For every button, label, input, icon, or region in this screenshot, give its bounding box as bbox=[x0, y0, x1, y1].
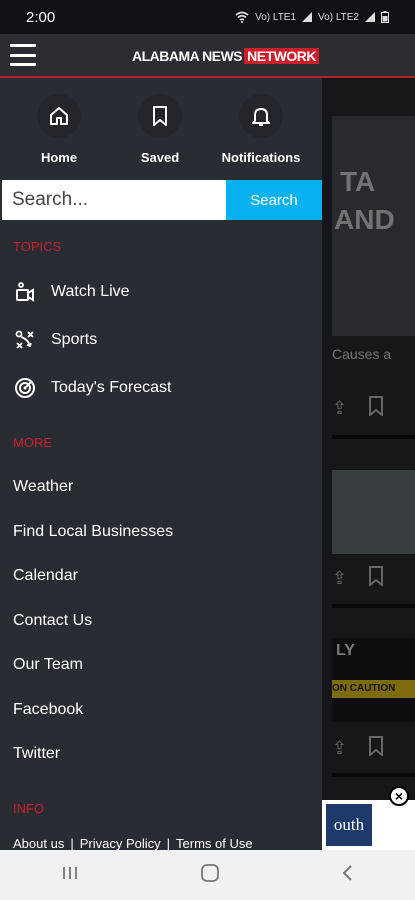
shortcut-saved[interactable]: Saved bbox=[115, 94, 205, 180]
bell-icon bbox=[239, 94, 283, 138]
logo-text-part2: NETWORK bbox=[244, 48, 319, 64]
link-separator-2: | bbox=[166, 836, 171, 850]
radar-icon bbox=[13, 376, 37, 400]
more-item-contact-us[interactable]: Contact Us bbox=[13, 612, 92, 630]
shortcut-home-label: Home bbox=[40, 150, 78, 165]
signal-icon-2 bbox=[365, 12, 375, 22]
topic-sports[interactable]: Sports bbox=[13, 328, 97, 352]
status-bar: 2:00 Vo) LTE1 Vo) LTE2 bbox=[0, 0, 415, 34]
home-icon bbox=[37, 94, 81, 138]
network-2-label: Vo) LTE2 bbox=[318, 11, 359, 23]
more-header: MORE bbox=[13, 435, 52, 450]
topics-header: TOPICS bbox=[13, 239, 62, 254]
app-header: ALABAMA NEWS NETWORK bbox=[0, 34, 415, 78]
sports-playbook-icon bbox=[13, 328, 37, 352]
more-item-calendar[interactable]: Calendar bbox=[13, 567, 78, 585]
battery-icon bbox=[381, 11, 389, 23]
topic-todays-forecast[interactable]: Today's Forecast bbox=[13, 376, 171, 400]
info-header: INFO bbox=[13, 801, 45, 816]
navigation-drawer: Home Saved Notifications Search TOPICS W… bbox=[0, 78, 322, 850]
bookmark-icon bbox=[138, 94, 182, 138]
search-button[interactable]: Search bbox=[226, 180, 322, 220]
shortcut-home[interactable]: Home bbox=[14, 94, 104, 180]
shortcut-notifications-label: Notifications bbox=[221, 150, 301, 165]
link-privacy-policy[interactable]: Privacy Policy bbox=[80, 836, 161, 850]
wifi-icon bbox=[235, 11, 249, 23]
network-1-label: Vo) LTE1 bbox=[255, 11, 297, 23]
topic-watch-live[interactable]: Watch Live bbox=[13, 280, 130, 304]
logo-text-part1: ALABAMA NEWS bbox=[132, 48, 243, 64]
search-bar: Search bbox=[2, 180, 322, 220]
link-terms-of-use[interactable]: Terms of Use bbox=[176, 836, 253, 850]
menu-icon[interactable] bbox=[10, 44, 36, 66]
signal-icon bbox=[302, 12, 313, 22]
more-item-find-local-businesses[interactable]: Find Local Businesses bbox=[13, 523, 173, 541]
shortcut-saved-label: Saved bbox=[140, 150, 180, 165]
more-item-facebook[interactable]: Facebook bbox=[13, 701, 83, 719]
status-icons: Vo) LTE1 Vo) LTE2 bbox=[235, 11, 389, 23]
more-item-our-team[interactable]: Our Team bbox=[13, 656, 83, 674]
shortcut-notifications[interactable]: Notifications bbox=[216, 94, 306, 180]
more-item-weather[interactable]: Weather bbox=[13, 478, 73, 496]
app-logo: ALABAMA NEWS NETWORK bbox=[132, 46, 319, 66]
topic-sports-label: Sports bbox=[51, 331, 98, 348]
close-icon[interactable]: × bbox=[389, 786, 409, 806]
drawer-scrim[interactable] bbox=[322, 78, 415, 850]
drawer-shortcuts: Home Saved Notifications bbox=[0, 78, 322, 180]
ad-banner-image: outh bbox=[326, 804, 372, 846]
more-item-twitter[interactable]: Twitter bbox=[13, 745, 60, 763]
topic-watch-live-label: Watch Live bbox=[51, 283, 130, 300]
topic-todays-forecast-label: Today's Forecast bbox=[51, 379, 172, 396]
recents-icon[interactable] bbox=[61, 865, 79, 886]
home-button-icon[interactable] bbox=[200, 863, 220, 888]
status-time: 2:00 bbox=[26, 8, 56, 26]
ad-banner[interactable]: outh bbox=[322, 800, 415, 850]
info-links: About us | Privacy Policy | Terms of Use bbox=[13, 836, 253, 850]
link-about-us[interactable]: About us bbox=[13, 836, 64, 850]
search-input[interactable] bbox=[2, 180, 226, 220]
system-navigation-bar bbox=[0, 850, 415, 900]
live-camera-icon bbox=[13, 280, 37, 304]
back-icon[interactable] bbox=[341, 864, 355, 887]
link-separator: | bbox=[70, 836, 74, 850]
